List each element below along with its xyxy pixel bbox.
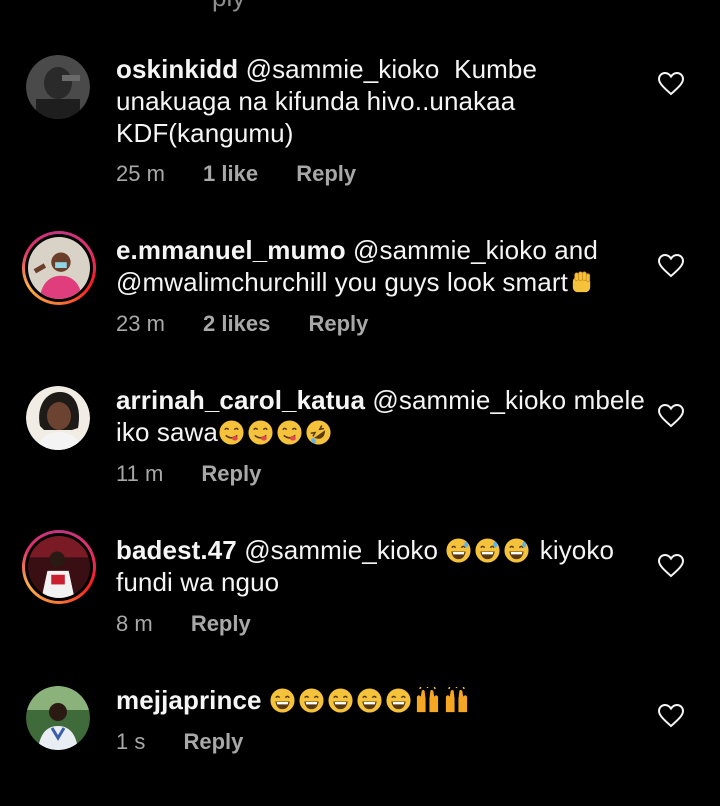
comment-meta: 1 s Reply	[116, 729, 275, 755]
reply-button[interactable]: Reply	[183, 729, 243, 754]
reply-button[interactable]: Reply	[191, 611, 251, 636]
heart-icon[interactable]	[658, 704, 684, 728]
comment-username[interactable]: e.mmanuel_mumo	[116, 235, 346, 265]
comment-text: mejjaprince	[116, 684, 646, 716]
comment-likes[interactable]: 1 like	[203, 161, 258, 186]
raised-hands-emoji	[416, 687, 439, 713]
comment-meta: 25 m 1 like Reply	[116, 161, 388, 187]
avatar[interactable]	[22, 530, 96, 604]
comment-text: badest.47 @sammie_kioko kiyoko fundi wa …	[116, 534, 646, 598]
comment-text: e.mmanuel_mumo @sammie_kioko and @mwalim…	[116, 234, 646, 298]
laugh-emoji	[386, 688, 411, 713]
comment-username[interactable]: oskinkidd	[116, 54, 238, 84]
previous-comment-fragment: ply	[212, 0, 245, 13]
heart-icon[interactable]	[658, 554, 684, 578]
fist-emoji	[572, 271, 591, 293]
comment-mention[interactable]: @sammie_kioko	[246, 54, 440, 84]
reply-button[interactable]: Reply	[308, 311, 368, 336]
comment-mention[interactable]: @sammie_kioko	[372, 385, 566, 415]
comment-time: 8 m	[116, 611, 153, 636]
grin-sweat-emoji	[475, 538, 500, 563]
laugh-emoji	[357, 688, 382, 713]
laugh-emoji	[299, 688, 324, 713]
comment-username[interactable]: badest.47	[116, 535, 237, 565]
reply-button[interactable]: Reply	[201, 461, 261, 486]
laugh-emoji	[328, 688, 353, 713]
avatar[interactable]	[22, 231, 96, 305]
comment-meta: 11 m Reply	[116, 461, 293, 487]
grin-sweat-emoji	[446, 538, 471, 563]
comment-time: 11 m	[116, 461, 164, 486]
comment-meta: 23 m 2 likes Reply	[116, 311, 400, 337]
heart-icon[interactable]	[658, 404, 684, 428]
comment-username[interactable]: mejjaprince	[116, 685, 262, 715]
avatar[interactable]	[26, 386, 90, 450]
grin-sweat-emoji	[504, 538, 529, 563]
comment-username[interactable]: arrinah_carol_katua	[116, 385, 365, 415]
avatar[interactable]	[26, 686, 90, 750]
comment-meta: 8 m Reply	[116, 611, 283, 637]
comment-likes[interactable]: 2 likes	[203, 311, 270, 336]
raised-hands-emoji	[445, 687, 468, 713]
avatar-image	[28, 536, 90, 598]
comment-time: 23 m	[116, 311, 165, 336]
avatar-image	[28, 237, 90, 299]
comment-mention[interactable]: @sammie_kioko	[244, 535, 438, 565]
avatar-image	[26, 55, 90, 119]
heart-icon[interactable]	[658, 254, 684, 278]
laugh-emoji	[270, 688, 295, 713]
avatar-image	[26, 386, 90, 450]
yum-emoji	[248, 420, 273, 445]
comment-mention[interactable]: @sammie_kioko	[353, 235, 547, 265]
comment-time: 25 m	[116, 161, 165, 186]
comment-text: oskinkidd @sammie_kioko Kumbe unakuaga n…	[116, 53, 646, 149]
avatar-image	[26, 686, 90, 750]
comment-text: arrinah_carol_katua @sammie_kioko mbele …	[116, 384, 646, 448]
yum-emoji	[277, 420, 302, 445]
rofl-emoji	[306, 420, 331, 445]
comment-time: 1 s	[116, 729, 146, 754]
avatar[interactable]	[26, 55, 90, 119]
heart-icon[interactable]	[658, 72, 684, 96]
yum-emoji	[219, 420, 244, 445]
reply-button[interactable]: Reply	[296, 161, 356, 186]
